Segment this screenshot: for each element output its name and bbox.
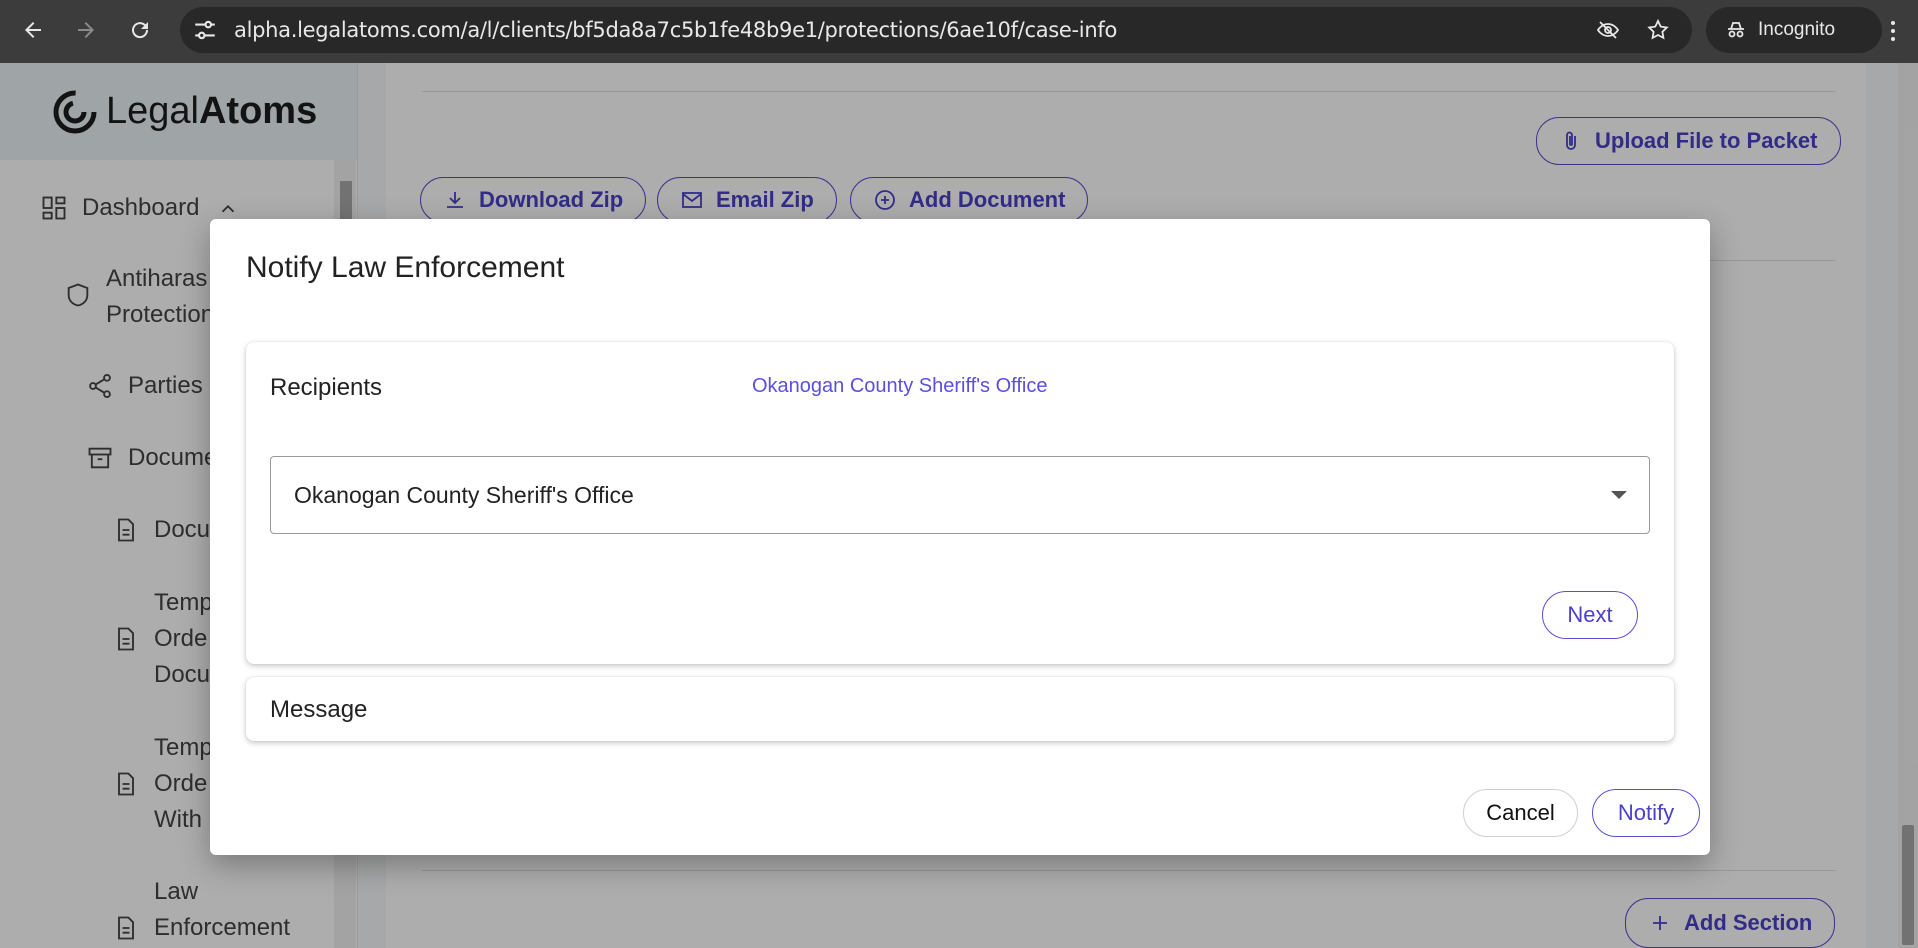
incognito-icon (1728, 22, 1744, 38)
dialog-title: Notify Law Enforcement (246, 251, 565, 284)
notify-button[interactable]: Notify (1592, 789, 1700, 837)
recipient-select-value: Okanogan County Sheriff's Office (294, 482, 634, 508)
notify-law-enforcement-dialog: Notify Law Enforcement Recipients Okanog… (210, 219, 1710, 855)
cancel-button[interactable]: Cancel (1463, 789, 1578, 837)
site-info-icon[interactable] (192, 17, 218, 43)
recipients-label: Recipients (270, 374, 383, 401)
incognito-indicator[interactable]: Incognito (1706, 7, 1882, 53)
browser-menu-icon[interactable] (1878, 14, 1908, 48)
url-text[interactable]: alpha.legalatoms.com/a/l/clients/bf5da8a… (234, 7, 1117, 53)
recipient-select[interactable]: Okanogan County Sheriff's Office (270, 456, 1650, 534)
recipients-panel: Recipients Okanogan County Sheriff's Off… (246, 342, 1674, 664)
message-panel[interactable]: Message (246, 677, 1674, 741)
dropdown-arrow-icon (1611, 491, 1627, 499)
address-bar[interactable]: alpha.legalatoms.com/a/l/clients/bf5da8a… (180, 7, 1692, 53)
browser-toolbar: alpha.legalatoms.com/a/l/clients/bf5da8a… (0, 0, 1918, 63)
incognito-label: Incognito (1758, 19, 1836, 40)
message-label: Message (270, 696, 368, 723)
next-button[interactable]: Next (1542, 591, 1638, 639)
back-icon[interactable] (15, 12, 51, 48)
eye-off-icon[interactable] (1596, 18, 1620, 42)
recipients-summary[interactable]: Okanogan County Sheriff's Office (752, 375, 1047, 398)
forward-icon[interactable] (68, 12, 104, 48)
reload-icon[interactable] (122, 12, 158, 48)
star-icon[interactable] (1646, 18, 1670, 42)
